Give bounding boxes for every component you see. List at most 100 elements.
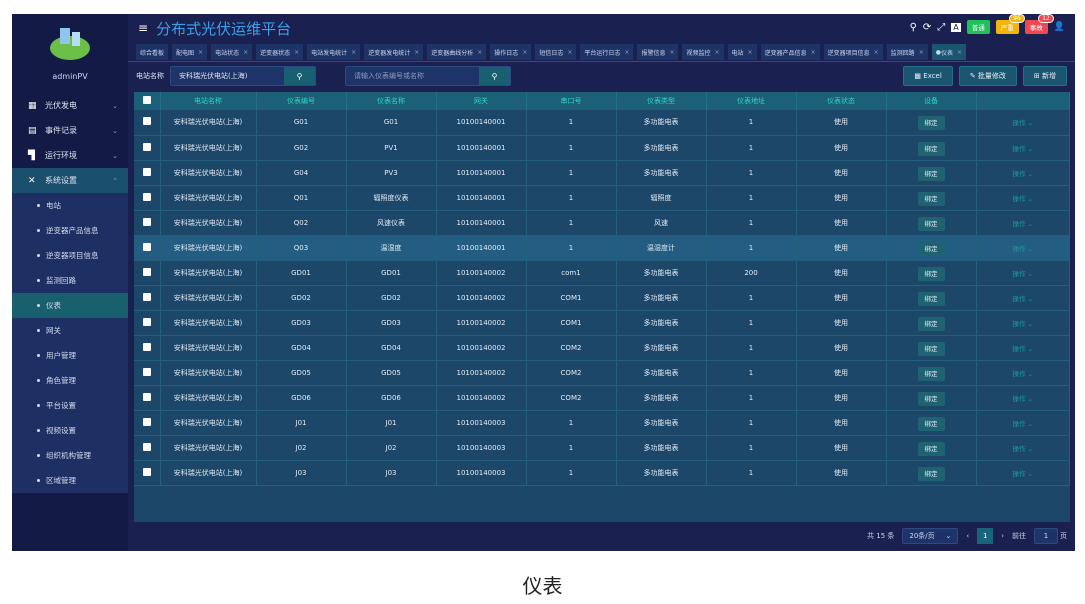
menu-icon[interactable]: ≡ bbox=[138, 21, 148, 35]
operation-dropdown[interactable]: 操作 ⌄ bbox=[1012, 470, 1033, 478]
operation-dropdown[interactable]: 操作 ⌄ bbox=[1012, 145, 1033, 153]
tab-4[interactable]: 电站发电统计 × bbox=[307, 44, 361, 60]
operation-dropdown[interactable]: 操作 ⌄ bbox=[1012, 395, 1033, 403]
close-icon[interactable]: × bbox=[715, 49, 720, 56]
bind-button[interactable]: 绑定 bbox=[917, 366, 945, 381]
close-icon[interactable]: × bbox=[198, 49, 203, 56]
operation-dropdown[interactable]: 操作 ⌄ bbox=[1012, 245, 1033, 253]
sidebar-item-2[interactable]: ▜ 运行环境 ⌄ bbox=[12, 143, 128, 168]
close-icon[interactable]: × bbox=[522, 49, 527, 56]
row-checkbox[interactable] bbox=[142, 417, 151, 426]
next-page-button[interactable]: › bbox=[1001, 532, 1004, 540]
refresh-icon[interactable]: ⟳ bbox=[923, 22, 931, 33]
operation-dropdown[interactable]: 操作 ⌄ bbox=[1012, 220, 1033, 228]
tab-14[interactable]: 逆变器项目信息 × bbox=[823, 44, 883, 60]
operation-dropdown[interactable]: 操作 ⌄ bbox=[1012, 295, 1033, 303]
bind-button[interactable]: 绑定 bbox=[917, 191, 945, 206]
tab-10[interactable]: 报警信息 × bbox=[637, 44, 679, 60]
bind-button[interactable]: 绑定 bbox=[917, 116, 945, 131]
row-checkbox[interactable] bbox=[142, 367, 151, 376]
add-button[interactable]: ⊞ 新增 bbox=[1022, 66, 1067, 86]
close-icon[interactable]: × bbox=[874, 49, 879, 56]
tab-15[interactable]: 监测回路 × bbox=[886, 44, 928, 60]
bind-button[interactable]: 绑定 bbox=[917, 466, 945, 481]
bind-button[interactable]: 绑定 bbox=[917, 216, 945, 231]
search-icon[interactable]: ⚲ bbox=[910, 22, 917, 33]
row-checkbox[interactable] bbox=[142, 317, 151, 326]
sidebar-item-0[interactable]: ▦ 光伏发电 ⌄ bbox=[12, 93, 128, 118]
submenu-item-7[interactable]: 角色管理 bbox=[12, 368, 128, 393]
batch-edit-button[interactable]: ✎ 批量修改 bbox=[958, 66, 1017, 86]
operation-dropdown[interactable]: 操作 ⌄ bbox=[1012, 445, 1033, 453]
excel-button[interactable]: ▩ Excel bbox=[903, 66, 953, 86]
bind-button[interactable]: 绑定 bbox=[917, 291, 945, 306]
select-all-checkbox[interactable] bbox=[142, 96, 151, 104]
operation-dropdown[interactable]: 操作 ⌄ bbox=[1012, 119, 1033, 127]
bind-button[interactable]: 绑定 bbox=[917, 441, 945, 456]
tab-9[interactable]: 平台运行日志 × bbox=[580, 44, 634, 60]
operation-dropdown[interactable]: 操作 ⌄ bbox=[1012, 170, 1033, 178]
submenu-item-0[interactable]: 电站 bbox=[12, 193, 128, 218]
submenu-item-9[interactable]: 视频设置 bbox=[12, 418, 128, 443]
submenu-item-4[interactable]: 仪表 bbox=[12, 293, 128, 318]
user-icon[interactable]: 👤 bbox=[1054, 22, 1065, 32]
close-icon[interactable]: × bbox=[294, 49, 299, 56]
bind-button[interactable]: 绑定 bbox=[917, 166, 945, 181]
meter-search-button[interactable]: ⚲ bbox=[479, 67, 510, 85]
row-checkbox[interactable] bbox=[142, 442, 151, 451]
row-checkbox[interactable] bbox=[142, 217, 151, 226]
tab-12[interactable]: 电站 × bbox=[727, 44, 757, 60]
tab-8[interactable]: 短信日志 × bbox=[535, 44, 577, 60]
close-icon[interactable]: × bbox=[669, 49, 674, 56]
fullscreen-icon[interactable]: ⤢ bbox=[937, 22, 945, 33]
close-icon[interactable]: × bbox=[748, 49, 753, 56]
row-checkbox[interactable] bbox=[142, 467, 151, 476]
tab-16[interactable]: ● 仪表 × bbox=[931, 44, 967, 60]
sidebar-item-3[interactable]: ✕ 系统设置 ⌃ bbox=[12, 168, 128, 193]
goto-input[interactable]: 1 bbox=[1034, 528, 1058, 544]
tab-0[interactable]: 综合看板 bbox=[136, 44, 169, 60]
submenu-item-10[interactable]: 组织机构管理 bbox=[12, 443, 128, 468]
meter-search-input[interactable]: 请输入仪表编号或名称 ⚲ bbox=[345, 66, 511, 86]
operation-dropdown[interactable]: 操作 ⌄ bbox=[1012, 420, 1033, 428]
bind-button[interactable]: 绑定 bbox=[917, 241, 945, 256]
tab-3[interactable]: 逆变器状态 × bbox=[256, 44, 304, 60]
close-icon[interactable]: × bbox=[414, 49, 419, 56]
tab-1[interactable]: 配电图 × bbox=[172, 44, 208, 60]
close-icon[interactable]: × bbox=[351, 49, 356, 56]
row-checkbox[interactable] bbox=[142, 142, 151, 151]
bind-button[interactable]: 绑定 bbox=[917, 266, 945, 281]
bind-button[interactable]: 绑定 bbox=[917, 141, 945, 156]
close-icon[interactable]: × bbox=[567, 49, 572, 56]
close-icon[interactable]: × bbox=[243, 49, 248, 56]
page-size-select[interactable]: 20条/页 ⌄ bbox=[902, 528, 959, 544]
row-checkbox[interactable] bbox=[142, 242, 151, 251]
operation-dropdown[interactable]: 操作 ⌄ bbox=[1012, 195, 1033, 203]
station-select[interactable]: 安科瑞光伏电站(上海) ⚲ bbox=[170, 66, 316, 86]
sidebar-item-1[interactable]: ▤ 事件记录 ⌄ bbox=[12, 118, 128, 143]
operation-dropdown[interactable]: 操作 ⌄ bbox=[1012, 270, 1033, 278]
submenu-item-2[interactable]: 逆变器项目信息 bbox=[12, 243, 128, 268]
bind-button[interactable]: 绑定 bbox=[917, 316, 945, 331]
row-checkbox[interactable] bbox=[142, 342, 151, 351]
close-icon[interactable]: × bbox=[957, 49, 962, 56]
tab-7[interactable]: 操作日志 × bbox=[490, 44, 532, 60]
close-icon[interactable]: × bbox=[477, 49, 482, 56]
submenu-item-8[interactable]: 平台设置 bbox=[12, 393, 128, 418]
submenu-item-11[interactable]: 区域管理 bbox=[12, 468, 128, 493]
row-checkbox[interactable] bbox=[142, 392, 151, 401]
row-checkbox[interactable] bbox=[142, 117, 151, 126]
tab-13[interactable]: 逆变器产品信息 × bbox=[760, 44, 820, 60]
submenu-item-1[interactable]: 逆变器产品信息 bbox=[12, 218, 128, 243]
bind-button[interactable]: 绑定 bbox=[917, 416, 945, 431]
row-checkbox[interactable] bbox=[142, 267, 151, 276]
submenu-item-5[interactable]: 网关 bbox=[12, 318, 128, 343]
bind-button[interactable]: 绑定 bbox=[917, 341, 945, 356]
operation-dropdown[interactable]: 操作 ⌄ bbox=[1012, 345, 1033, 353]
row-checkbox[interactable] bbox=[142, 292, 151, 301]
submenu-item-6[interactable]: 用户管理 bbox=[12, 343, 128, 368]
alarm-badge-1[interactable]: 严重 96 bbox=[995, 14, 1025, 34]
tab-2[interactable]: 电站状态 × bbox=[211, 44, 253, 60]
submenu-item-3[interactable]: 监测回路 bbox=[12, 268, 128, 293]
tab-6[interactable]: 逆变器曲线分析 × bbox=[427, 44, 487, 60]
